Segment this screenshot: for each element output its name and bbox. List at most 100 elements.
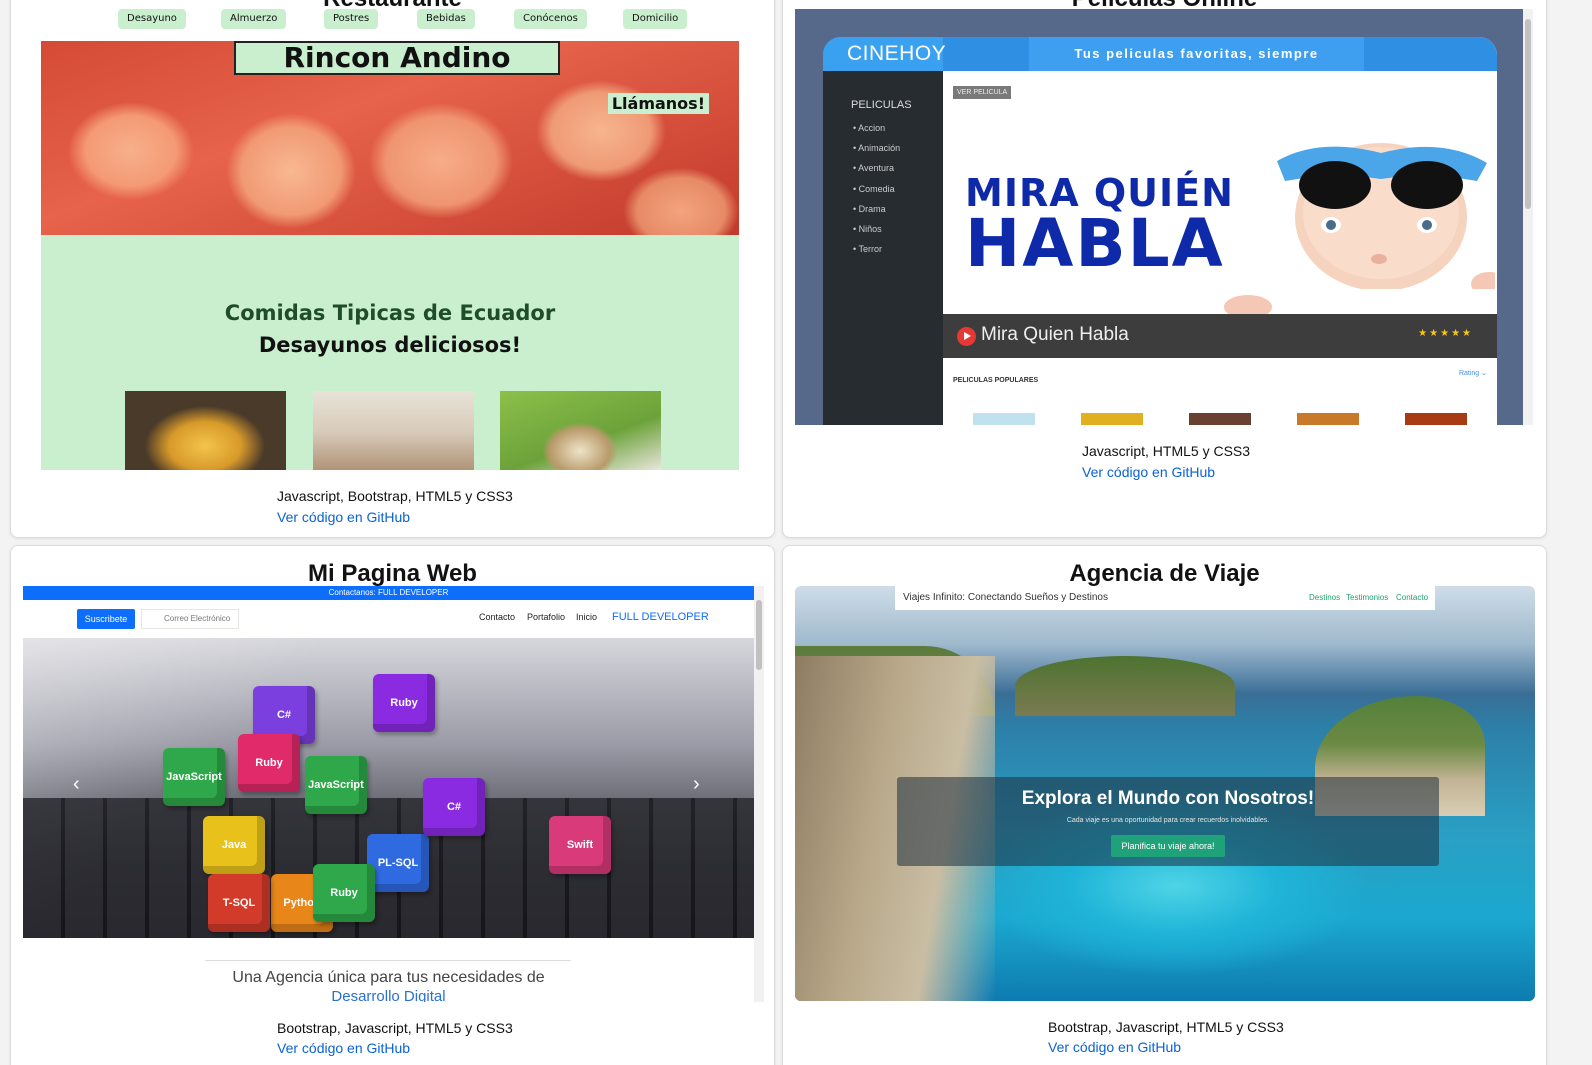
movies-header: CINEHOY Tus peliculas favoritas, siempre…: [823, 37, 1497, 95]
tech-stack: Javascript, Bootstrap, HTML5 y CSS3: [277, 488, 513, 504]
genre-item[interactable]: • Animación: [853, 143, 900, 153]
movie-title: Mira Quien Habla: [981, 324, 1129, 345]
project-card-agencia-de-viaje: Agencia de Viaje Viajes Infinito: Conect…: [782, 545, 1547, 1065]
site-brand[interactable]: FULL DEVELOPER: [612, 611, 709, 623]
divider: [205, 960, 571, 961]
carousel-next-icon[interactable]: ›: [693, 773, 700, 796]
tech-stack: Bootstrap, Javascript, HTML5 y CSS3: [1048, 1019, 1284, 1035]
language-cube: Swift: [549, 816, 611, 874]
nav-link[interactable]: Destinos: [1309, 593, 1340, 602]
section-heading: Comidas Tipicas de Ecuador: [224, 301, 556, 325]
card-title: Mi Pagina Web: [308, 560, 477, 587]
genre-item[interactable]: • Drama: [853, 204, 886, 214]
card-title: Agencia de Viaje: [1069, 560, 1260, 587]
project-preview[interactable]: Desayuno Almuerzo Postres Bebidas Conóce…: [11, 1, 774, 471]
movie-title-bar: Mira Quien Habla ★★★★★: [943, 314, 1497, 358]
nav-pill[interactable]: Almuerzo: [221, 9, 287, 29]
genre-sidebar: PELICULAS • Accion • Animación • Aventur…: [823, 71, 943, 425]
scrollbar[interactable]: [754, 586, 764, 1002]
shrimp-hero-image: Rincon Andino Llámanos!: [41, 41, 739, 235]
genre-item[interactable]: • Aventura: [853, 163, 894, 173]
movies-app: CINEHOY Tus peliculas favoritas, siempre…: [823, 37, 1497, 425]
projects-grid: Restaurante Desayuno Almuerzo Postres Be…: [0, 0, 1592, 1065]
scrollbar[interactable]: [1523, 9, 1533, 425]
project-card-peliculas: Peliculas Online CINEHOY Tus peliculas f…: [782, 0, 1547, 538]
restaurant-body: Comidas Tipicas de Ecuador Desayunos del…: [41, 235, 739, 470]
language-cube: T-SQL: [208, 874, 270, 932]
movie-thumbnail[interactable]: [1297, 413, 1359, 425]
genre-item[interactable]: • Niños: [853, 224, 882, 234]
github-link[interactable]: Ver código en GitHub: [1082, 464, 1215, 480]
rating-dropdown[interactable]: Rating ⌄: [1459, 369, 1487, 377]
language-cube: JavaScript: [163, 748, 225, 806]
contact-topbar: Contactanos: FULL DEVELOPER: [23, 586, 754, 600]
travel-navbar: Viajes Infinito: Conectando Sueños y Des…: [895, 586, 1435, 610]
hero-overlay: Explora el Mundo con Nosotros! Cada viaj…: [897, 777, 1439, 866]
movie-poster: VER PELICULA MIRA QUIÉN HABLA: [943, 71, 1497, 319]
nav-link[interactable]: Inicio: [576, 612, 597, 622]
popular-section-title: PELICULAS POPULARES: [953, 377, 1039, 384]
movies-site: CINEHOY Tus peliculas favoritas, siempre…: [795, 9, 1533, 425]
hero-subtext: Cada viaje es una oportunidad para crear…: [1066, 817, 1270, 824]
nav-link[interactable]: Portafolio: [527, 612, 565, 622]
carousel-slide: C# Ruby JavaScript Java Python T-SQL PL-…: [23, 638, 754, 938]
food-image: [500, 391, 661, 470]
github-link[interactable]: Ver código en GitHub: [277, 509, 410, 525]
restaurant-brand: Rincon Andino: [234, 41, 560, 75]
restaurant-nav: Desayuno Almuerzo Postres Bebidas Conóce…: [11, 1, 711, 31]
site-navbar: Suscribete Correo Electrónico Contacto P…: [23, 600, 754, 638]
project-card-mi-pagina-web: Mi Pagina Web Contactanos: FULL DEVELOPE…: [10, 545, 775, 1065]
agency-description: Una Agencia única para tus necesidades d…: [232, 969, 545, 986]
plan-trip-button[interactable]: Planifica tu viaje ahora!: [1111, 835, 1225, 857]
travel-brand[interactable]: Viajes Infinito: Conectando Sueños y Des…: [903, 592, 1108, 603]
nav-pill[interactable]: Postres: [324, 9, 379, 29]
nav-link[interactable]: Testimonios: [1346, 593, 1388, 602]
nav-link[interactable]: Contacto: [479, 612, 515, 622]
tagline: Tus peliculas favoritas, siempre disponi…: [1029, 37, 1364, 95]
carousel-prev-icon[interactable]: ‹: [73, 773, 80, 796]
movie-thumbnail[interactable]: [1081, 413, 1143, 425]
agency-description-highlight: Desarrollo Digital: [331, 988, 446, 1002]
genre-item[interactable]: • Terror: [853, 244, 882, 254]
food-image: [313, 391, 474, 470]
hero-heading: Explora el Mundo con Nosotros!: [1021, 788, 1315, 809]
watch-movie-button[interactable]: VER PELICULA: [953, 86, 1012, 99]
baby-image: [1277, 143, 1495, 289]
project-preview[interactable]: Contactanos: FULL DEVELOPER Suscribete C…: [23, 586, 764, 1002]
movie-thumbnail[interactable]: [1405, 413, 1467, 425]
language-cube: PL-SQL: [367, 834, 429, 892]
movie-thumbnail[interactable]: [1189, 413, 1251, 425]
nav-pill[interactable]: Conócenos: [514, 9, 587, 29]
tech-stack: Javascript, HTML5 y CSS3: [1082, 443, 1251, 459]
genre-item[interactable]: • Comedia: [853, 184, 895, 194]
nav-pill[interactable]: Domicilio: [623, 9, 688, 29]
call-us-label[interactable]: Llámanos!: [607, 93, 709, 114]
project-preview[interactable]: CINEHOY Tus peliculas favoritas, siempre…: [783, 1, 1546, 431]
language-cube: Ruby: [313, 864, 375, 922]
github-link[interactable]: Ver código en GitHub: [277, 1040, 410, 1056]
email-field[interactable]: Correo Electrónico: [141, 609, 239, 629]
island-hill: [1015, 656, 1235, 716]
cinehoy-logo[interactable]: CINEHOY: [823, 37, 946, 71]
language-cube: Ruby: [373, 674, 435, 732]
poster-title-line2: HABLA: [965, 205, 1225, 282]
subscribe-button[interactable]: Suscribete: [77, 609, 135, 629]
scrollbar-thumb[interactable]: [756, 600, 762, 670]
food-image: [125, 391, 286, 470]
sidebar-title: PELICULAS: [851, 99, 912, 111]
genre-item[interactable]: • Accion: [853, 123, 885, 133]
play-icon[interactable]: [957, 327, 976, 346]
github-link[interactable]: Ver código en GitHub: [1048, 1039, 1181, 1055]
section-subheading: Desayunos deliciosos!: [258, 333, 522, 357]
language-cube: Ruby: [238, 734, 300, 792]
language-cube: JavaScript: [305, 756, 367, 814]
nav-link[interactable]: Contacto: [1396, 593, 1428, 602]
project-card-restaurante: Restaurante Desayuno Almuerzo Postres Be…: [10, 0, 775, 538]
nav-pill[interactable]: Desayuno: [118, 9, 186, 29]
nav-pill[interactable]: Bebidas: [417, 9, 475, 29]
rating-stars: ★★★★★: [1418, 328, 1473, 339]
scrollbar-thumb[interactable]: [1525, 19, 1531, 209]
movie-thumbnail[interactable]: [973, 413, 1035, 425]
tech-stack: Bootstrap, Javascript, HTML5 y CSS3: [277, 1020, 513, 1036]
project-preview[interactable]: Viajes Infinito: Conectando Sueños y Des…: [795, 586, 1535, 1001]
